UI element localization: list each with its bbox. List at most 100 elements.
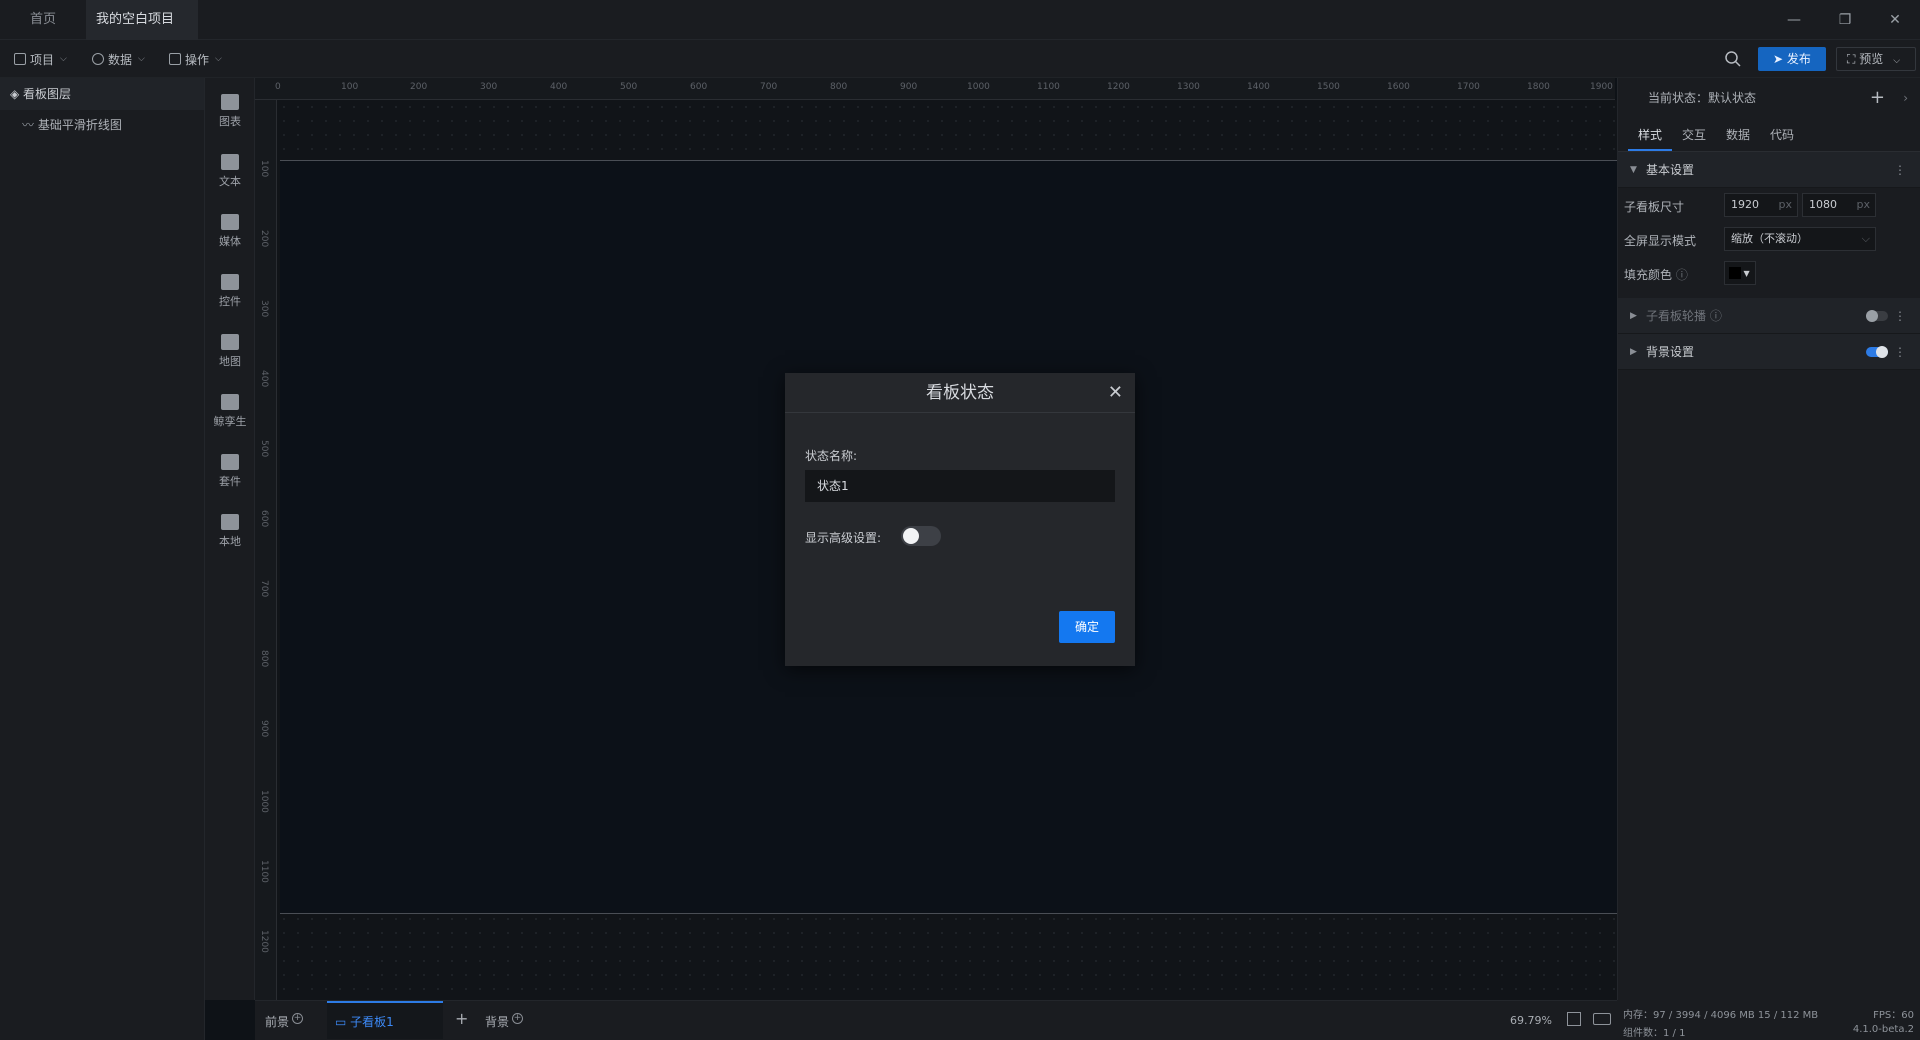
ruler-label: 600 <box>690 82 708 92</box>
restore-icon[interactable]: ❐ <box>1835 10 1855 30</box>
ruler-label: 100 <box>259 160 269 178</box>
close-icon[interactable]: ✕ <box>1108 373 1123 413</box>
component-local[interactable]: 本地 <box>205 506 255 556</box>
component-text[interactable]: 文本 <box>205 146 255 196</box>
ruler-label: 400 <box>259 370 269 388</box>
section-background[interactable]: ▶ 背景设置 ⋮ <box>1618 334 1920 370</box>
state-name-value: 状态1 <box>817 479 849 493</box>
bottom-bar: 前景 + ▭ 子看板1 + 背景 + 69.79% <box>255 1000 1617 1040</box>
close-window-icon[interactable]: ✕ <box>1885 10 1905 30</box>
ruler-label: 300 <box>259 300 269 318</box>
ruler-label: 900 <box>259 720 269 738</box>
version-label: 4.1.0-beta.2 <box>1852 1024 1914 1035</box>
menu-operation[interactable]: 操作 ⌵ <box>169 49 222 69</box>
zoom-level: 69.79% <box>1510 1014 1552 1027</box>
menu-data[interactable]: 数据 ⌵ <box>92 49 145 69</box>
minimize-icon[interactable]: — <box>1784 10 1804 30</box>
tab-foreground[interactable]: 前景 + <box>265 1013 304 1030</box>
fill-label-wrap: 填充颜色 ⓘ <box>1624 266 1688 283</box>
ruler-label: 700 <box>259 580 269 598</box>
fill-color-picker[interactable]: ▼ <box>1724 261 1756 285</box>
component-chart-label: 图表 <box>219 115 241 128</box>
ruler-label: 1800 <box>1527 82 1550 92</box>
map-icon <box>221 334 239 350</box>
component-text-label: 文本 <box>219 175 241 188</box>
ruler-label: 1100 <box>1037 82 1060 92</box>
width-value: 1920 <box>1731 198 1759 211</box>
tab-project-label: 我的空白项目 <box>96 12 175 27</box>
add-circle-icon[interactable]: + <box>512 1013 524 1024</box>
layer-item[interactable]: 〰 基础平滑折线图 <box>0 110 204 140</box>
help-icon: ⓘ <box>1706 309 1722 323</box>
tab-data[interactable]: 数据 <box>1716 118 1760 151</box>
ruler-label: 300 <box>480 82 498 92</box>
property-tabs: 样式 交互 数据 代码 <box>1618 118 1920 152</box>
add-state-icon[interactable]: + <box>1870 78 1885 118</box>
height-input[interactable]: 1080 px <box>1802 193 1876 217</box>
toggle-knob <box>903 528 919 544</box>
width-input[interactable]: 1920 px <box>1724 193 1798 217</box>
chevron-down-icon: ⌵ <box>138 54 145 64</box>
section-basic-title: 基本设置 <box>1646 163 1695 177</box>
media-icon <box>221 214 239 230</box>
title-bar: 首页 我的空白项目 — ❐ ✕ <box>0 0 1920 63</box>
component-map[interactable]: 地图 <box>205 326 255 376</box>
component-chart[interactable]: 图表 <box>205 86 255 136</box>
fullscreen-select[interactable]: 缩放（不滚动） ⌵ <box>1724 227 1876 251</box>
control-icon <box>221 274 239 290</box>
fps-status: FPS：60 <box>1873 1010 1914 1021</box>
confirm-button[interactable]: 确定 <box>1059 611 1115 643</box>
tab-code[interactable]: 代码 <box>1760 118 1804 151</box>
background-toggle[interactable] <box>1866 346 1888 358</box>
component-local-label: 本地 <box>219 535 241 548</box>
tab-home[interactable]: 首页 <box>20 0 66 40</box>
layers-icon: ◈ <box>10 87 24 101</box>
chevron-right-icon[interactable]: › <box>1903 78 1908 118</box>
dialog-title: 看板状态 <box>926 383 994 403</box>
preview-button[interactable]: ⛶ 预览 ⌵ <box>1836 47 1916 71</box>
tab-interaction[interactable]: 交互 <box>1672 118 1716 151</box>
fill-label: 填充颜色 <box>1624 268 1673 282</box>
layer-item-label: 基础平滑折线图 <box>37 118 122 132</box>
section-basic[interactable]: ▼ 基本设置 ⋮ <box>1618 152 1920 188</box>
component-media[interactable]: 媒体 <box>205 206 255 256</box>
file-icon <box>14 53 26 65</box>
component-bar: 图表 文本 媒体 控件 地图 鲸孪生 套件 本地 <box>205 78 255 1000</box>
tab-background[interactable]: 背景 + <box>485 1013 524 1030</box>
component-twin[interactable]: 鲸孪生 <box>205 386 255 436</box>
tab-home-label: 首页 <box>30 12 57 27</box>
menu-project[interactable]: 项目 ⌵ <box>14 49 67 69</box>
advanced-settings-toggle[interactable] <box>901 526 941 546</box>
ruler-label: 900 <box>900 82 918 92</box>
height-value: 1080 <box>1809 198 1837 211</box>
more-vertical-icon[interactable]: ⋮ <box>1894 152 1906 188</box>
more-vertical-icon[interactable]: ⋮ <box>1894 334 1906 370</box>
toggle-knob <box>1876 346 1888 358</box>
tab-project[interactable]: 我的空白项目 <box>86 0 198 63</box>
state-name-label: 状态名称: <box>805 449 858 463</box>
keyboard-icon[interactable] <box>1593 1013 1611 1025</box>
properties-panel: 当前状态：默认状态 + › 样式 交互 数据 代码 ▼ 基本设置 ⋮ 子看板尺寸… <box>1617 78 1920 1000</box>
tab-foreground-label: 前景 <box>265 1015 290 1029</box>
add-circle-icon[interactable]: + <box>292 1013 304 1024</box>
search-icon[interactable] <box>1724 50 1742 68</box>
section-background-title: 背景设置 <box>1646 345 1695 359</box>
add-tab-icon[interactable]: + <box>455 1009 468 1028</box>
component-kit[interactable]: 套件 <box>205 446 255 496</box>
state-dialog: 看板状态 ✕ 状态名称: 状态1 显示高级设置: 确定 <box>785 373 1135 666</box>
tab-subboard[interactable]: ▭ 子看板1 <box>327 1001 443 1039</box>
carousel-toggle[interactable] <box>1866 310 1888 322</box>
more-vertical-icon[interactable]: ⋮ <box>1894 298 1906 334</box>
state-name-input[interactable]: 状态1 <box>805 470 1115 502</box>
component-control[interactable]: 控件 <box>205 266 255 316</box>
section-carousel[interactable]: ▶ 子看板轮播 ⓘ ⋮ <box>1618 298 1920 334</box>
caret-right-icon: ▶ <box>1630 311 1637 321</box>
tab-style[interactable]: 样式 <box>1628 118 1673 151</box>
ruler-label: 1600 <box>1387 82 1410 92</box>
preview-label: 预览 <box>1859 52 1884 66</box>
fit-screen-icon[interactable] <box>1567 1012 1581 1026</box>
ruler-label: 1700 <box>1457 82 1480 92</box>
cube-icon <box>221 394 239 410</box>
layer-panel-title: 看板图层 <box>23 87 72 101</box>
publish-button[interactable]: ➤ 发布 <box>1758 47 1826 71</box>
